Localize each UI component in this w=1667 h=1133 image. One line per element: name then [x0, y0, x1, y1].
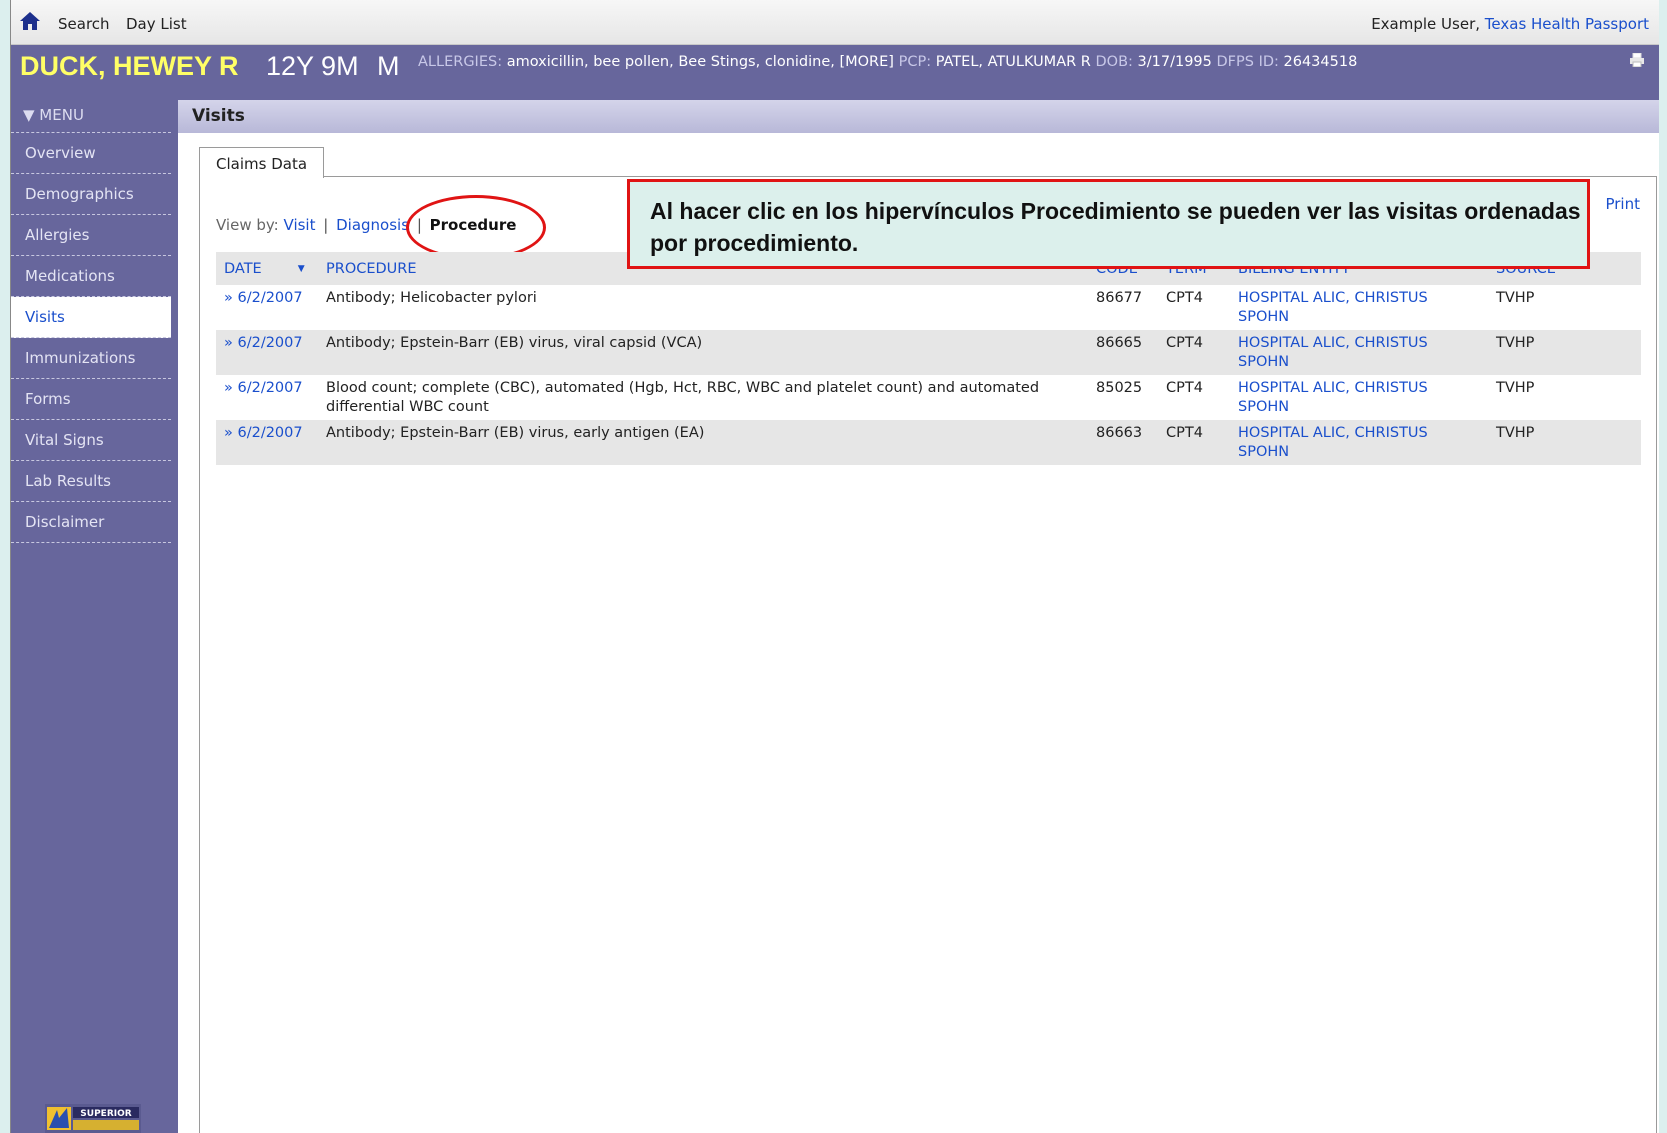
print-link[interactable]: Print — [1605, 195, 1640, 213]
procedure-table: DATE▼ PROCEDURE CODE TERM BILLING ENTITY… — [216, 252, 1641, 465]
row-billing-entity-link[interactable]: HOSPITAL ALIC, CHRISTUS SPOHN — [1230, 375, 1488, 420]
search-link[interactable]: Search — [58, 15, 110, 33]
tab-claims-data[interactable]: Claims Data — [199, 147, 324, 178]
allergies-value[interactable]: amoxicillin, bee pollen, Bee Stings, clo… — [507, 54, 894, 70]
sidebar-item-lab-results[interactable]: Lab Results — [11, 461, 171, 502]
view-by-diagnosis-link[interactable]: Diagnosis — [336, 216, 409, 234]
pcp-value: PATEL, ATULKUMAR R — [935, 54, 1091, 70]
page-title: Visits — [178, 100, 1659, 133]
row-term: CPT4 — [1166, 290, 1203, 306]
highlight-circle — [406, 195, 546, 260]
sidebar-item-allergies[interactable]: Allergies — [11, 215, 171, 256]
sidebar-item-forms[interactable]: Forms — [11, 379, 171, 420]
row-code: 85025 — [1096, 380, 1143, 396]
row-date-link[interactable]: » 6/2/2007 — [216, 285, 318, 330]
table-row: » 6/2/2007 Antibody; Epstein-Barr (EB) v… — [216, 330, 1641, 375]
allergies-label: ALLERGIES: — [418, 54, 503, 70]
sidebar-item-immunizations[interactable]: Immunizations — [11, 338, 171, 379]
row-source: TVHP — [1488, 330, 1641, 375]
patient-details: ALLERGIES: amoxicillin, bee pollen, Bee … — [418, 54, 1357, 70]
row-term: CPT4 — [1166, 380, 1203, 396]
printer-icon[interactable] — [1629, 53, 1645, 67]
sidebar-item-demographics[interactable]: Demographics — [11, 174, 171, 215]
patient-name: DUCK, HEWEY R — [20, 51, 239, 81]
sort-down-icon[interactable]: ▼ — [298, 264, 305, 274]
sidebar-item-overview[interactable]: Overview — [11, 133, 171, 174]
row-procedure: Antibody; Helicobacter pylori — [326, 290, 537, 306]
view-by-visit-link[interactable]: Visit — [284, 216, 316, 234]
dob-label: DOB: — [1095, 54, 1133, 70]
day-list-link[interactable]: Day List — [126, 15, 187, 33]
row-billing-entity-link[interactable]: HOSPITAL ALIC, CHRISTUS SPOHN — [1230, 330, 1488, 375]
row-date-link[interactable]: » 6/2/2007 — [216, 375, 318, 420]
svg-text:SUPERIOR: SUPERIOR — [80, 1109, 131, 1119]
claims-panel: Print View by: Visit | Diagnosis | Proce… — [199, 176, 1657, 1133]
top-nav-bar: Search Day List Example User, Texas Heal… — [11, 0, 1659, 45]
row-source: TVHP — [1496, 380, 1535, 396]
patient-header: DUCK, HEWEY R 12Y 9M M ALLERGIES: amoxic… — [11, 45, 1659, 100]
sidebar-item-vital-signs[interactable]: Vital Signs — [11, 420, 171, 461]
sidebar-item-disclaimer[interactable]: Disclaimer — [11, 502, 171, 543]
row-term: CPT4 — [1158, 330, 1230, 375]
row-procedure: Antibody; Epstein-Barr (EB) virus, early… — [318, 420, 1088, 465]
row-code: 86663 — [1088, 420, 1158, 465]
row-code: 86665 — [1088, 330, 1158, 375]
table-row: » 6/2/2007 Blood count; complete (CBC), … — [216, 375, 1641, 420]
user-name: Example User, — [1371, 15, 1481, 33]
separator: | — [323, 216, 329, 234]
annotation-callout: Al hacer clic en los hipervínculos Proce… — [627, 179, 1590, 269]
table-row: » 6/2/2007 Antibody; Epstein-Barr (EB) v… — [216, 420, 1641, 465]
patient-age: 12Y 9M — [266, 51, 359, 81]
row-date-link[interactable]: » 6/2/2007 — [216, 330, 318, 375]
column-header-date[interactable]: DATE ▼ — [216, 252, 318, 285]
dfps-label: DFPS ID: — [1216, 54, 1279, 70]
user-info: Example User, Texas Health Passport — [1371, 15, 1649, 33]
table-row: » 6/2/2007 Antibody; Helicobacter pylori… — [216, 285, 1641, 330]
dfps-value: 26434518 — [1283, 54, 1358, 70]
row-billing-entity-link[interactable]: HOSPITAL ALIC, CHRISTUS SPOHN — [1230, 420, 1488, 465]
menu-toggle[interactable]: ▼ MENU — [11, 100, 171, 133]
row-code: 86677 — [1096, 290, 1143, 306]
home-icon[interactable] — [19, 10, 41, 32]
dob-value: 3/17/1995 — [1137, 54, 1212, 70]
sidebar-item-medications[interactable]: Medications — [11, 256, 171, 297]
row-date-link[interactable]: » 6/2/2007 — [216, 420, 318, 465]
org-link[interactable]: Texas Health Passport — [1485, 15, 1649, 33]
sidebar-item-visits[interactable]: Visits — [11, 297, 171, 338]
row-procedure: Antibody; Epstein-Barr (EB) virus, viral… — [318, 330, 1088, 375]
app-window: Search Day List Example User, Texas Heal… — [10, 0, 1659, 1133]
pcp-label: PCP: — [898, 54, 932, 70]
row-source: TVHP — [1488, 420, 1641, 465]
row-procedure: Blood count; complete (CBC), automated (… — [326, 380, 1040, 415]
view-by-label: View by: — [216, 216, 279, 234]
sidebar: ▼ MENU Overview Demographics Allergies M… — [11, 100, 178, 1133]
row-term: CPT4 — [1158, 420, 1230, 465]
superior-logo: SUPERIOR — [45, 1104, 141, 1133]
row-billing-entity-link[interactable]: HOSPITAL ALIC, CHRISTUS SPOHN — [1230, 285, 1488, 330]
row-source: TVHP — [1496, 290, 1535, 306]
patient-sex: M — [377, 51, 400, 81]
